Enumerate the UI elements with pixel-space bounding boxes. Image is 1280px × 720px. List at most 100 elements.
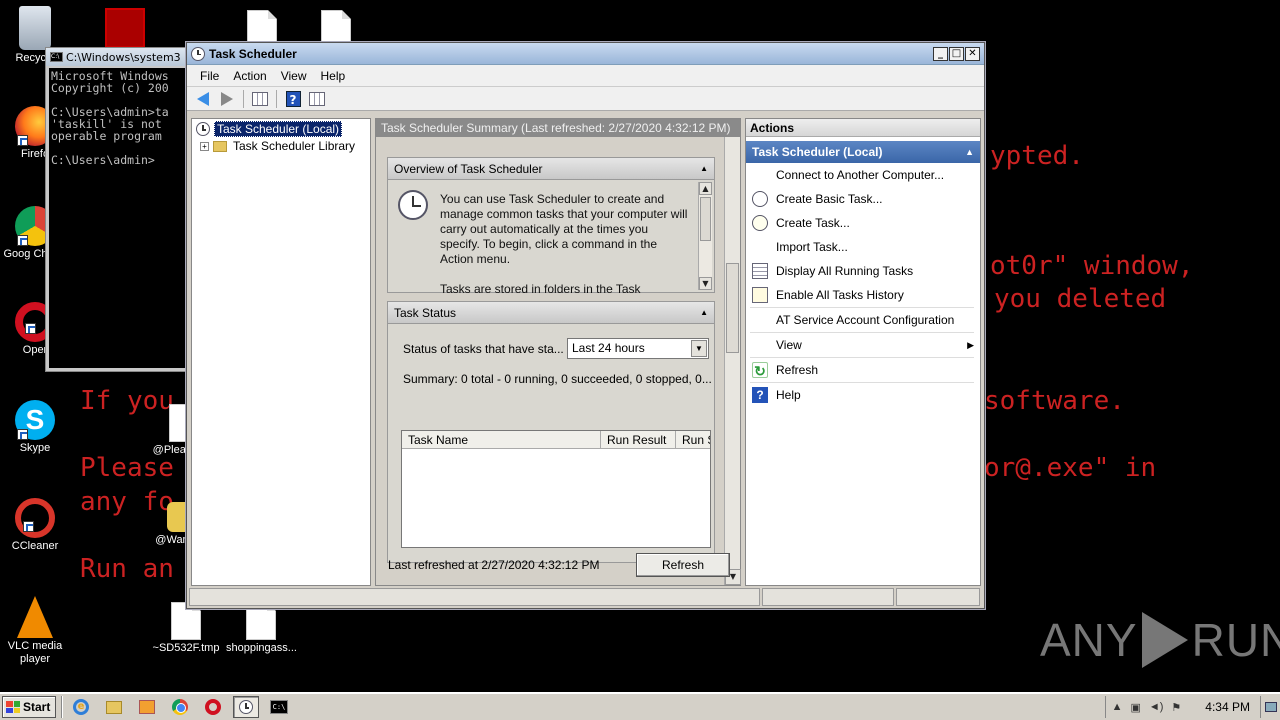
ie-icon: e (73, 699, 89, 715)
menu-file[interactable]: File (193, 69, 226, 83)
back-button[interactable] (193, 90, 213, 108)
acrobat-icon (105, 8, 145, 48)
tree-item-library[interactable]: + Task Scheduler Library (192, 138, 370, 154)
overview-scrollbar[interactable]: ▲ ▼ (698, 182, 712, 290)
blank-icon (752, 239, 768, 255)
window-titlebar[interactable]: Task Scheduler _ □ ✕ (187, 43, 984, 65)
network-icon[interactable]: ▣ (1130, 701, 1140, 714)
minimize-button[interactable]: _ (933, 46, 948, 61)
task-scheduler-window[interactable]: Task Scheduler _ □ ✕ File Action View He… (186, 42, 985, 609)
blank-icon (752, 312, 768, 328)
help-button[interactable]: ? (283, 90, 303, 108)
action-connect[interactable]: Connect to Another Computer... (746, 163, 980, 187)
chrome-icon (172, 699, 188, 715)
clock-plus-icon (752, 215, 768, 231)
scroll-thumb[interactable] (700, 197, 711, 241)
volume-icon[interactable]: ◄) (1149, 701, 1164, 713)
status-period-select[interactable]: Last 24 hours ▼ (567, 338, 709, 359)
action-refresh[interactable]: ↻ Refresh (746, 358, 980, 382)
taskbar-explorer[interactable] (101, 696, 127, 718)
taskbar-task-scheduler[interactable] (233, 696, 259, 718)
scroll-down-icon[interactable]: ▼ (699, 277, 712, 290)
forward-button[interactable] (217, 90, 237, 108)
actions-pane: Actions Task Scheduler (Local) ▲ Connect… (745, 118, 981, 586)
collapse-icon[interactable]: ▲ (700, 308, 708, 317)
refresh-button[interactable]: Refresh (636, 553, 730, 577)
ransom-text-line: software. (984, 386, 1125, 416)
action-create-task[interactable]: Create Task... (746, 211, 980, 235)
column-task-name[interactable]: Task Name (402, 431, 601, 448)
task-status-header[interactable]: Task Status ▲ (388, 302, 714, 324)
list-icon (752, 263, 768, 279)
taskbar-ie[interactable]: e (68, 696, 94, 718)
tray-expand-icon[interactable]: ▲ (1112, 701, 1123, 713)
ransom-text-line: you deleted (994, 284, 1167, 314)
scroll-thumb[interactable] (726, 263, 739, 353)
start-button[interactable]: Start (2, 696, 56, 718)
media-player-icon (139, 700, 155, 714)
chevron-down-icon[interactable]: ▼ (691, 340, 707, 357)
column-run-start[interactable]: Run S (676, 431, 710, 448)
ransom-text-line: or@.exe" in (984, 453, 1157, 483)
show-desktop-icon (1264, 702, 1277, 712)
blank-icon (752, 337, 768, 353)
action-at-service-config[interactable]: AT Service Account Configuration (746, 308, 980, 332)
clock-icon (398, 190, 428, 220)
collapse-icon[interactable]: ▲ (965, 147, 974, 157)
desktop-icon-vlc[interactable]: VLC media player (0, 596, 70, 666)
cmd-window[interactable]: C:\ C:\Windows\system3 Microsoft Windows… (45, 47, 195, 372)
task-status-section: Task Status ▲ Status of tasks that have … (387, 301, 715, 563)
action-help[interactable]: ? Help (746, 383, 980, 407)
action-view[interactable]: View ▶ (746, 333, 980, 357)
blank-icon (752, 167, 768, 183)
taskbar-chrome[interactable] (167, 696, 193, 718)
show-hide-console-tree-button[interactable] (250, 90, 270, 108)
cmd-icon: C:\ (50, 52, 63, 62)
task-status-table[interactable]: Task Name Run Result Run S (401, 430, 711, 548)
ransom-text-line: ot0r" window, (990, 251, 1194, 281)
skype-icon: S (15, 400, 55, 440)
action-create-basic-task[interactable]: Create Basic Task... (746, 187, 980, 211)
summary-scrollbar[interactable]: ▼ (724, 137, 741, 585)
status-bar-panel (189, 588, 760, 606)
forward-arrow-icon (221, 91, 233, 106)
overview-header[interactable]: Overview of Task Scheduler ▲ (388, 158, 714, 180)
submenu-arrow-icon: ▶ (967, 339, 974, 350)
opera-icon (205, 699, 221, 715)
menu-view[interactable]: View (274, 69, 314, 83)
menu-action[interactable]: Action (226, 69, 273, 83)
clock-icon (191, 46, 205, 61)
show-desktop-button[interactable] (1260, 696, 1280, 718)
taskbar-media-player[interactable] (134, 696, 160, 718)
scroll-up-icon[interactable]: ▲ (699, 182, 712, 195)
taskbar-opera[interactable] (200, 696, 226, 718)
desktop-icon-skype[interactable]: S Skype (0, 400, 70, 455)
action-import-task[interactable]: Import Task... (746, 235, 980, 259)
help-icon: ? (285, 90, 301, 107)
cmd-console[interactable]: Microsoft Windows Copyright (c) 200 C:\U… (49, 68, 191, 368)
cmd-titlebar[interactable]: C:\ C:\Windows\system3 (46, 48, 194, 66)
cmd-icon: C:\ (270, 700, 288, 714)
close-button[interactable]: ✕ (965, 46, 980, 61)
taskbar-cmd[interactable]: C:\ (266, 696, 292, 718)
ransom-text-line: Run an (80, 554, 174, 584)
clock-text[interactable]: 4:34 PM (1205, 700, 1250, 714)
desktop-icon-ccleaner[interactable]: CCleaner (0, 498, 70, 553)
desktop-icon-tmp-file[interactable]: ~SD532F.tmp (151, 602, 221, 655)
expand-icon[interactable]: + (200, 141, 209, 151)
action-display-running-tasks[interactable]: Display All Running Tasks (746, 259, 980, 283)
maximize-button[interactable]: □ (949, 46, 964, 61)
desktop-icon-shopping-file[interactable]: shoppingass... (226, 602, 297, 655)
status-bar-panel (762, 588, 894, 606)
action-enable-history[interactable]: Enable All Tasks History (746, 283, 980, 307)
tree-item-local[interactable]: Task Scheduler (Local) (192, 121, 370, 137)
refresh-icon: ↻ (752, 362, 768, 379)
column-run-result[interactable]: Run Result (601, 431, 676, 448)
show-hide-action-pane-button[interactable] (307, 90, 327, 108)
flag-icon[interactable]: ⚑ (1171, 701, 1181, 714)
desktop-icon-acrobat[interactable] (90, 8, 160, 50)
collapse-icon[interactable]: ▲ (700, 164, 708, 173)
toolbar: ? (187, 87, 984, 111)
actions-group-header[interactable]: Task Scheduler (Local) ▲ (746, 141, 980, 163)
menu-help[interactable]: Help (314, 69, 353, 83)
